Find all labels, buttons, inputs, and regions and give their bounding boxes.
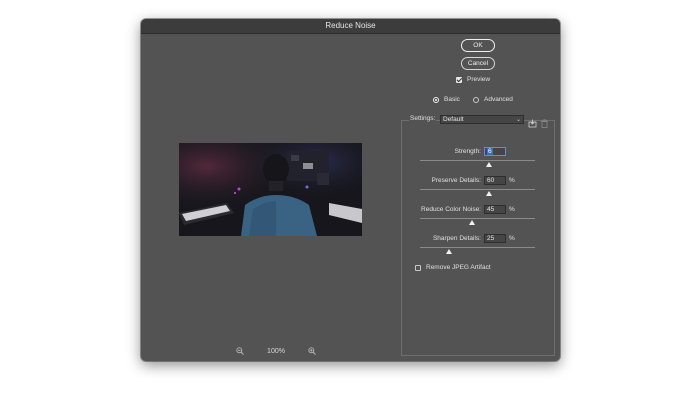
sharpen-details-label: Sharpen Details: (432, 235, 481, 242)
zoom-in-icon[interactable] (308, 347, 316, 355)
settings-label: Settings: (409, 115, 437, 122)
sharpen-details-slider-thumb[interactable] (445, 249, 452, 254)
preserve-details-value: 60 (487, 177, 495, 184)
remove-jpeg-artifact-label: Remove JPEG Artifact (426, 264, 491, 271)
sharpen-details-value: 25 (487, 235, 495, 242)
preserve-details-slider-thumb[interactable] (486, 191, 492, 196)
settings-preset-value: Default (443, 116, 464, 123)
trash-icon[interactable] (540, 115, 549, 128)
preserve-details-slider[interactable] (420, 189, 535, 190)
zoom-level: 100% (267, 347, 285, 355)
sharpen-details-input[interactable]: 25 (484, 234, 506, 243)
remove-jpeg-artifact-option[interactable]: Remove JPEG Artifact (415, 264, 491, 271)
strength-label: Strength: (454, 148, 481, 155)
preserve-details-label: Preserve Details: (431, 177, 482, 184)
reduce-noise-dialog: Reduce Noise 100% OK Cancel Preview Basi… (141, 19, 560, 361)
strength-slider-thumb[interactable] (486, 162, 492, 167)
reduce-color-noise-slider-thumb[interactable] (468, 220, 475, 225)
reduce-color-noise-value: 45 (487, 206, 495, 213)
strength-value: 6 (487, 148, 493, 155)
preview-label: Preview (467, 76, 491, 83)
basic-label: Basic (444, 96, 460, 103)
noise-preview-image[interactable] (179, 143, 362, 236)
mode-advanced-option[interactable]: Advanced (473, 96, 513, 103)
ok-button[interactable]: OK (461, 39, 495, 52)
dialog-title: Reduce Noise (141, 19, 560, 34)
settings-preset-dropdown[interactable]: Default ⌄ (440, 115, 524, 124)
strength-input[interactable]: 6 (484, 147, 506, 156)
preserve-details-input[interactable]: 60 (484, 176, 506, 185)
reduce-color-noise-label: Reduce Color Noise: (421, 206, 481, 213)
zoom-out-icon[interactable] (236, 347, 244, 355)
reduce-color-noise-slider[interactable] (420, 218, 535, 219)
preserve-details-unit: % (509, 177, 515, 184)
basic-radio[interactable] (433, 96, 439, 103)
reduce-color-noise-input[interactable]: 45 (484, 205, 506, 214)
save-preset-icon[interactable] (528, 115, 537, 128)
preview-photo-icon (179, 143, 362, 236)
advanced-label: Advanced (484, 96, 513, 103)
preview-option[interactable]: Preview (456, 76, 490, 83)
chevron-down-icon: ⌄ (515, 117, 521, 123)
remove-jpeg-artifact-checkbox[interactable] (415, 264, 421, 271)
sharpen-details-unit: % (509, 235, 515, 242)
sharpen-details-slider[interactable] (420, 247, 535, 248)
preview-checkbox[interactable] (456, 76, 462, 83)
reduce-color-noise-unit: % (509, 206, 515, 213)
strength-slider[interactable] (420, 160, 535, 161)
zoom-controls: 100% (236, 345, 316, 357)
mode-basic-option[interactable]: Basic (433, 96, 460, 103)
advanced-radio[interactable] (473, 96, 479, 103)
cancel-button[interactable]: Cancel (461, 57, 495, 70)
